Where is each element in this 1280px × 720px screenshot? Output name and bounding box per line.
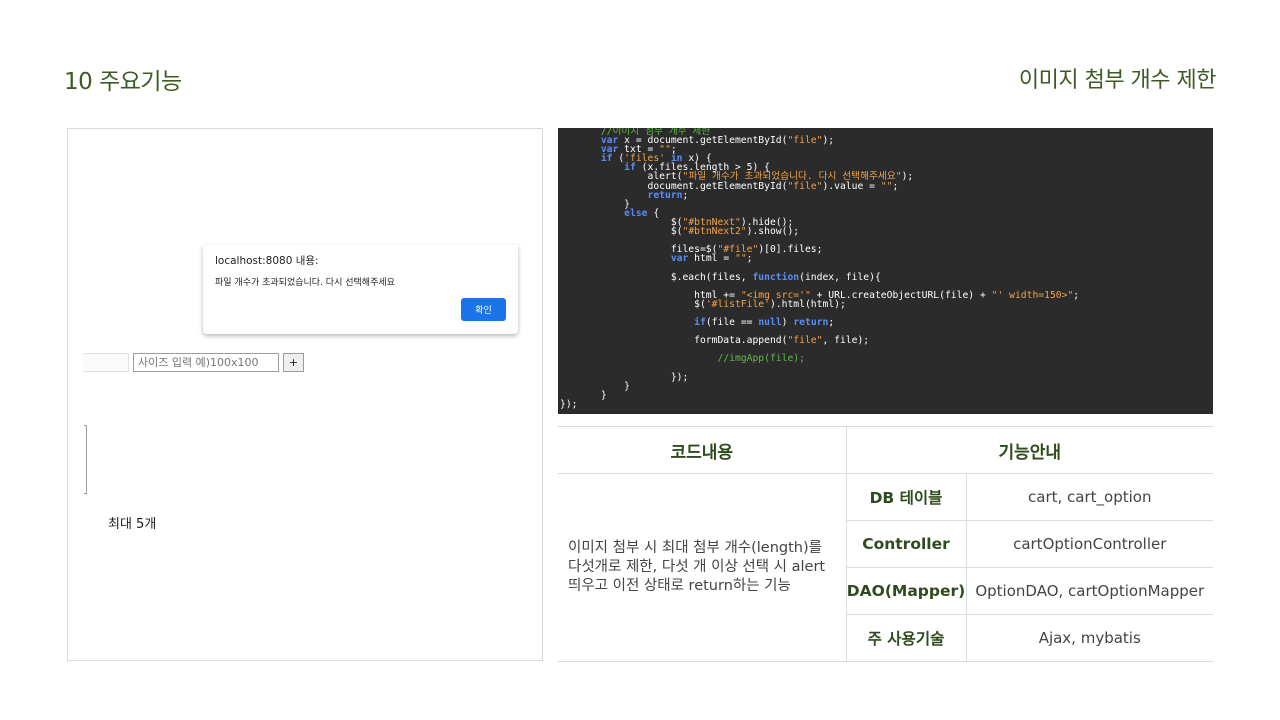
row-value: Ajax, mybatis <box>966 614 1213 662</box>
code-description: 이미지 첨부 시 최대 첨부 개수(length)를 다섯개로 제한, 다섯 개… <box>558 473 847 662</box>
size-input[interactable] <box>133 353 279 372</box>
row-value: cart, cart_option <box>966 473 1213 521</box>
row-label: DB 테이블 <box>846 473 967 521</box>
preview-area <box>84 425 87 494</box>
alert-dialog: localhost:8080 내용: 파일 개수가 초과되었습니다. 다시 선택… <box>203 245 518 334</box>
row-label: 주 사용기술 <box>846 614 967 662</box>
section-title: 10 주요기능 <box>64 69 182 95</box>
max-count-label: 최대 5개 <box>108 517 157 532</box>
row-value: OptionDAO, cartOptionMapper <box>966 567 1213 615</box>
row-label: Controller <box>846 520 967 568</box>
add-size-button[interactable]: + <box>283 353 304 372</box>
col-header-code: 코드내용 <box>558 426 847 474</box>
row-label: DAO(Mapper) <box>846 567 967 615</box>
feature-table: 코드내용 기능안내 이미지 첨부 시 최대 첨부 개수(length)를 다섯개… <box>558 426 1213 662</box>
row-value: cartOptionController <box>966 520 1213 568</box>
dialog-message: 파일 개수가 초과되었습니다. 다시 선택해주세요 <box>215 278 395 288</box>
feature-title: 이미지 첨부 개수 제한 <box>1018 68 1217 93</box>
browser-screenshot: localhost:8080 내용: 파일 개수가 초과되었습니다. 다시 선택… <box>67 128 543 661</box>
dialog-title: localhost:8080 내용: <box>215 255 319 267</box>
file-input[interactable] <box>83 353 129 372</box>
dialog-ok-button[interactable]: 확인 <box>461 298 506 321</box>
col-header-func: 기능안내 <box>846 426 1213 474</box>
code-panel: //이미지 첨부 개수 제한 var x = document.getEleme… <box>558 128 1213 414</box>
